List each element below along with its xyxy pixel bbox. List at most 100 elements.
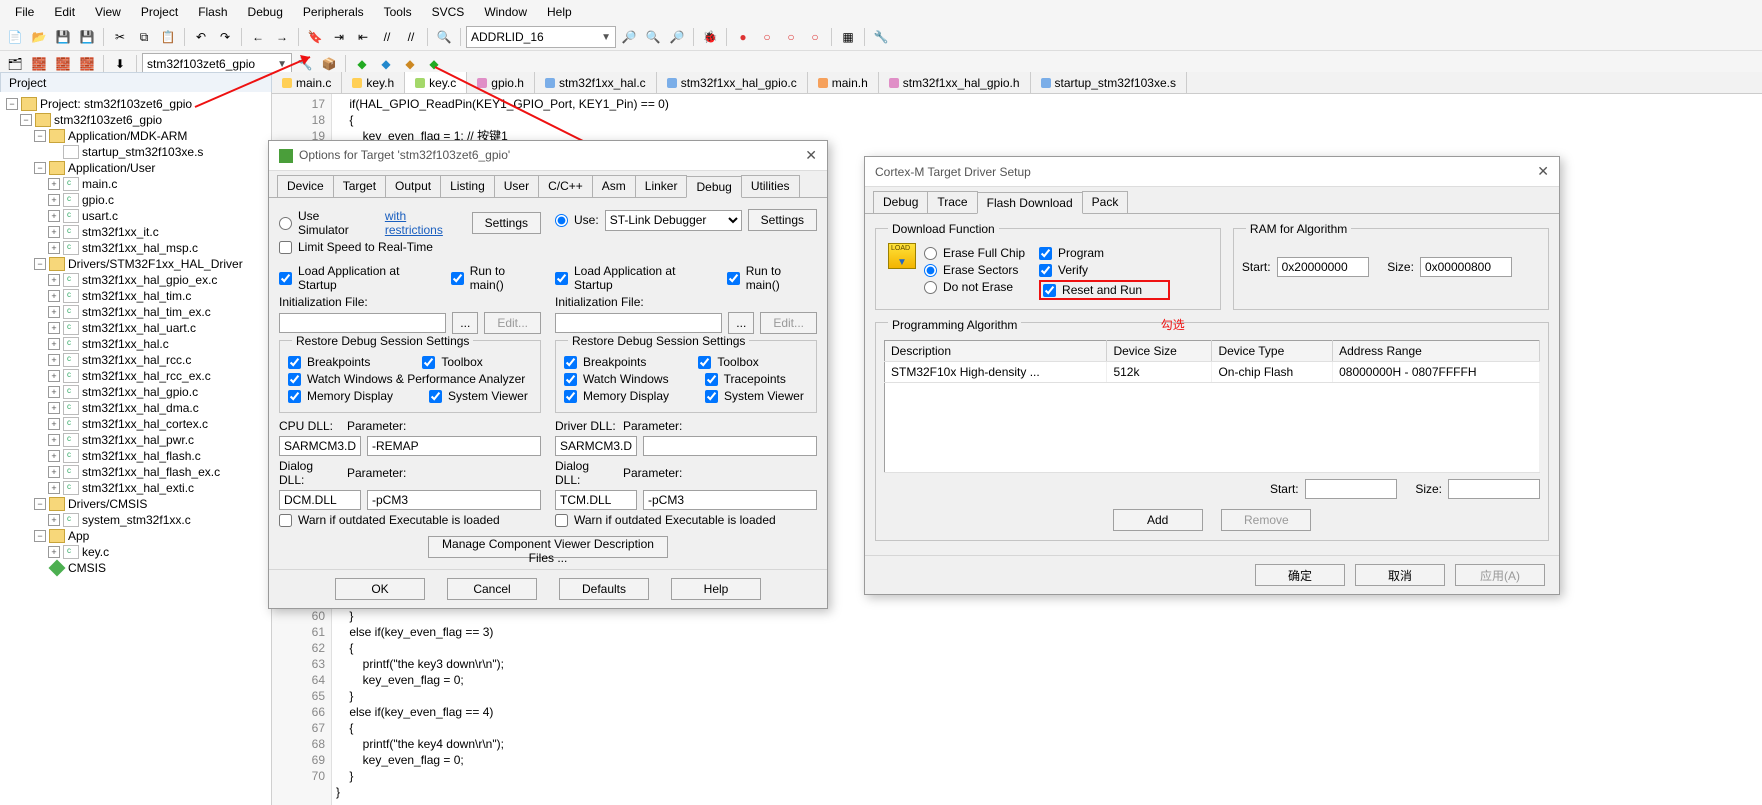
tab-output[interactable]: Output xyxy=(385,175,441,197)
paste-icon[interactable]: 📋 xyxy=(157,26,179,48)
menu-file[interactable]: File xyxy=(6,2,43,22)
tab-debug2[interactable]: Debug xyxy=(873,191,928,213)
init-file-l-input[interactable] xyxy=(279,313,446,333)
warn-r-check[interactable] xyxy=(555,514,568,527)
bp-r-check[interactable] xyxy=(564,356,577,369)
cpu-dll-input[interactable] xyxy=(279,436,361,456)
load-startup-r-check[interactable] xyxy=(555,272,568,285)
add-button[interactable]: Add xyxy=(1113,509,1203,531)
ww-r-check[interactable] xyxy=(564,373,577,386)
cpu-param-input[interactable] xyxy=(367,436,541,456)
use-sim-radio[interactable] xyxy=(279,217,292,230)
erase-sect-radio[interactable] xyxy=(924,264,937,277)
tree-user[interactable]: −Application/User xyxy=(6,160,271,176)
menu-help[interactable]: Help xyxy=(538,2,581,22)
tree-hal-7[interactable]: +stm32f1xx_hal_gpio.c xyxy=(6,384,271,400)
redo-icon[interactable]: ↷ xyxy=(214,26,236,48)
init-file-r-input[interactable] xyxy=(555,313,722,333)
tab-trace[interactable]: Trace xyxy=(927,191,977,213)
tab-pack[interactable]: Pack xyxy=(1082,191,1129,213)
tab-key-h[interactable]: key.h xyxy=(342,72,405,93)
tree-app-0[interactable]: +key.c xyxy=(6,544,271,560)
indent-icon[interactable]: ⇥ xyxy=(328,26,350,48)
tree-hal-2[interactable]: +stm32f1xx_hal_tim_ex.c xyxy=(6,304,271,320)
toolbox-r-check[interactable] xyxy=(698,356,711,369)
tab-target[interactable]: Target xyxy=(333,175,386,197)
dlg-param-l-input[interactable] xyxy=(367,490,541,510)
tree-root[interactable]: −Project: stm32f103zet6_gpio xyxy=(6,96,271,112)
tab-user[interactable]: User xyxy=(494,175,539,197)
new-icon[interactable]: 📄 xyxy=(4,26,26,48)
menu-periph[interactable]: Peripherals xyxy=(294,2,373,22)
bp-icon[interactable]: ○ xyxy=(756,26,778,48)
saveall-icon[interactable]: 💾 xyxy=(76,26,98,48)
bp2-icon[interactable]: ○ xyxy=(780,26,802,48)
open-icon[interactable]: 📂 xyxy=(28,26,50,48)
tree-user-3[interactable]: +stm32f1xx_it.c xyxy=(6,224,271,240)
bookmark-icon[interactable]: 🔖 xyxy=(304,26,326,48)
browse-l-button[interactable]: ... xyxy=(452,312,478,334)
tree-app[interactable]: −App xyxy=(6,528,271,544)
dlg-param-r-input[interactable] xyxy=(643,490,817,510)
tab-device[interactable]: Device xyxy=(277,175,334,197)
ok-button-c[interactable]: 确定 xyxy=(1255,564,1345,586)
mem-l-check[interactable] xyxy=(288,390,301,403)
comment-icon[interactable]: // xyxy=(376,26,398,48)
settings-sim-button[interactable]: Settings xyxy=(472,212,541,234)
tree-hal-11[interactable]: +stm32f1xx_hal_flash.c xyxy=(6,448,271,464)
tab-main-c[interactable]: main.c xyxy=(272,72,342,93)
tree-hal-10[interactable]: +stm32f1xx_hal_pwr.c xyxy=(6,432,271,448)
tree-user-4[interactable]: +stm32f1xx_hal_msp.c xyxy=(6,240,271,256)
tree-cmsis-0[interactable]: +system_stm32f1xx.c xyxy=(6,512,271,528)
sv-r-check[interactable] xyxy=(705,390,718,403)
tp-r-check[interactable] xyxy=(705,373,718,386)
wwpa-check[interactable] xyxy=(288,373,301,386)
tree-cmsisgrp[interactable]: CMSIS xyxy=(6,560,271,576)
copy-icon[interactable]: ⧉ xyxy=(133,26,155,48)
tree-user-2[interactable]: +usart.c xyxy=(6,208,271,224)
tree-hal-5[interactable]: +stm32f1xx_hal_rcc.c xyxy=(6,352,271,368)
tree-mdk[interactable]: −Application/MDK-ARM xyxy=(6,128,271,144)
tab-debug[interactable]: Debug xyxy=(686,176,741,198)
cut-icon[interactable]: ✂ xyxy=(109,26,131,48)
tree-hal-4[interactable]: +stm32f1xx_hal.c xyxy=(6,336,271,352)
drv-param-input[interactable] xyxy=(643,436,817,456)
menu-flash[interactable]: Flash xyxy=(189,2,236,22)
tree-hal-6[interactable]: +stm32f1xx_hal_rcc_ex.c xyxy=(6,368,271,384)
tree-hal-3[interactable]: +stm32f1xx_hal_uart.c xyxy=(6,320,271,336)
wrench-icon[interactable]: 🔧 xyxy=(870,26,892,48)
back-icon[interactable]: ← xyxy=(247,26,269,48)
tab-hal-c[interactable]: stm32f1xx_hal.c xyxy=(535,72,657,93)
search2-icon[interactable]: 🔍 xyxy=(642,26,664,48)
sv-l-check[interactable] xyxy=(429,390,442,403)
tree-hal-1[interactable]: +stm32f1xx_hal_tim.c xyxy=(6,288,271,304)
project-tree[interactable]: −Project: stm32f103zet6_gpio −stm32f103z… xyxy=(0,92,272,805)
menu-svcs[interactable]: SVCS xyxy=(423,2,474,22)
algo-table[interactable]: DescriptionDevice SizeDevice TypeAddress… xyxy=(884,340,1540,473)
tree-startup[interactable]: startup_stm32f103xe.s xyxy=(6,144,271,160)
find3-icon[interactable]: 🔎 xyxy=(666,26,688,48)
cancel-button-c[interactable]: 取消 xyxy=(1355,564,1445,586)
tab-halg-c[interactable]: stm32f1xx_hal_gpio.c xyxy=(657,72,808,93)
browse-r-button[interactable]: ... xyxy=(728,312,754,334)
tree-user-1[interactable]: +gpio.c xyxy=(6,192,271,208)
tab-key-c[interactable]: key.c xyxy=(405,72,467,93)
search-icon[interactable]: 🔎 xyxy=(618,26,640,48)
close-icon[interactable]: ✕ xyxy=(1537,163,1549,180)
tree-cmsis[interactable]: −Drivers/CMSIS xyxy=(6,496,271,512)
program-check[interactable] xyxy=(1039,247,1052,260)
outdent-icon[interactable]: ⇤ xyxy=(352,26,374,48)
cancel-button[interactable]: Cancel xyxy=(447,578,537,600)
tree-hal-13[interactable]: +stm32f1xx_hal_exti.c xyxy=(6,480,271,496)
menu-view[interactable]: View xyxy=(86,2,130,22)
reset-run-check[interactable] xyxy=(1043,284,1056,297)
tree-hal-9[interactable]: +stm32f1xx_hal_cortex.c xyxy=(6,416,271,432)
tab-cpp[interactable]: C/C++ xyxy=(538,175,593,197)
tree-hal[interactable]: −Drivers/STM32F1xx_HAL_Driver xyxy=(6,256,271,272)
toolbox-l-check[interactable] xyxy=(422,356,435,369)
tab-util[interactable]: Utilities xyxy=(741,175,800,197)
close-icon[interactable]: ✕ xyxy=(805,147,817,164)
manage-desc-button[interactable]: Manage Component Viewer Description File… xyxy=(428,536,668,558)
help-button[interactable]: Help xyxy=(671,578,761,600)
mem-r-check[interactable] xyxy=(564,390,577,403)
